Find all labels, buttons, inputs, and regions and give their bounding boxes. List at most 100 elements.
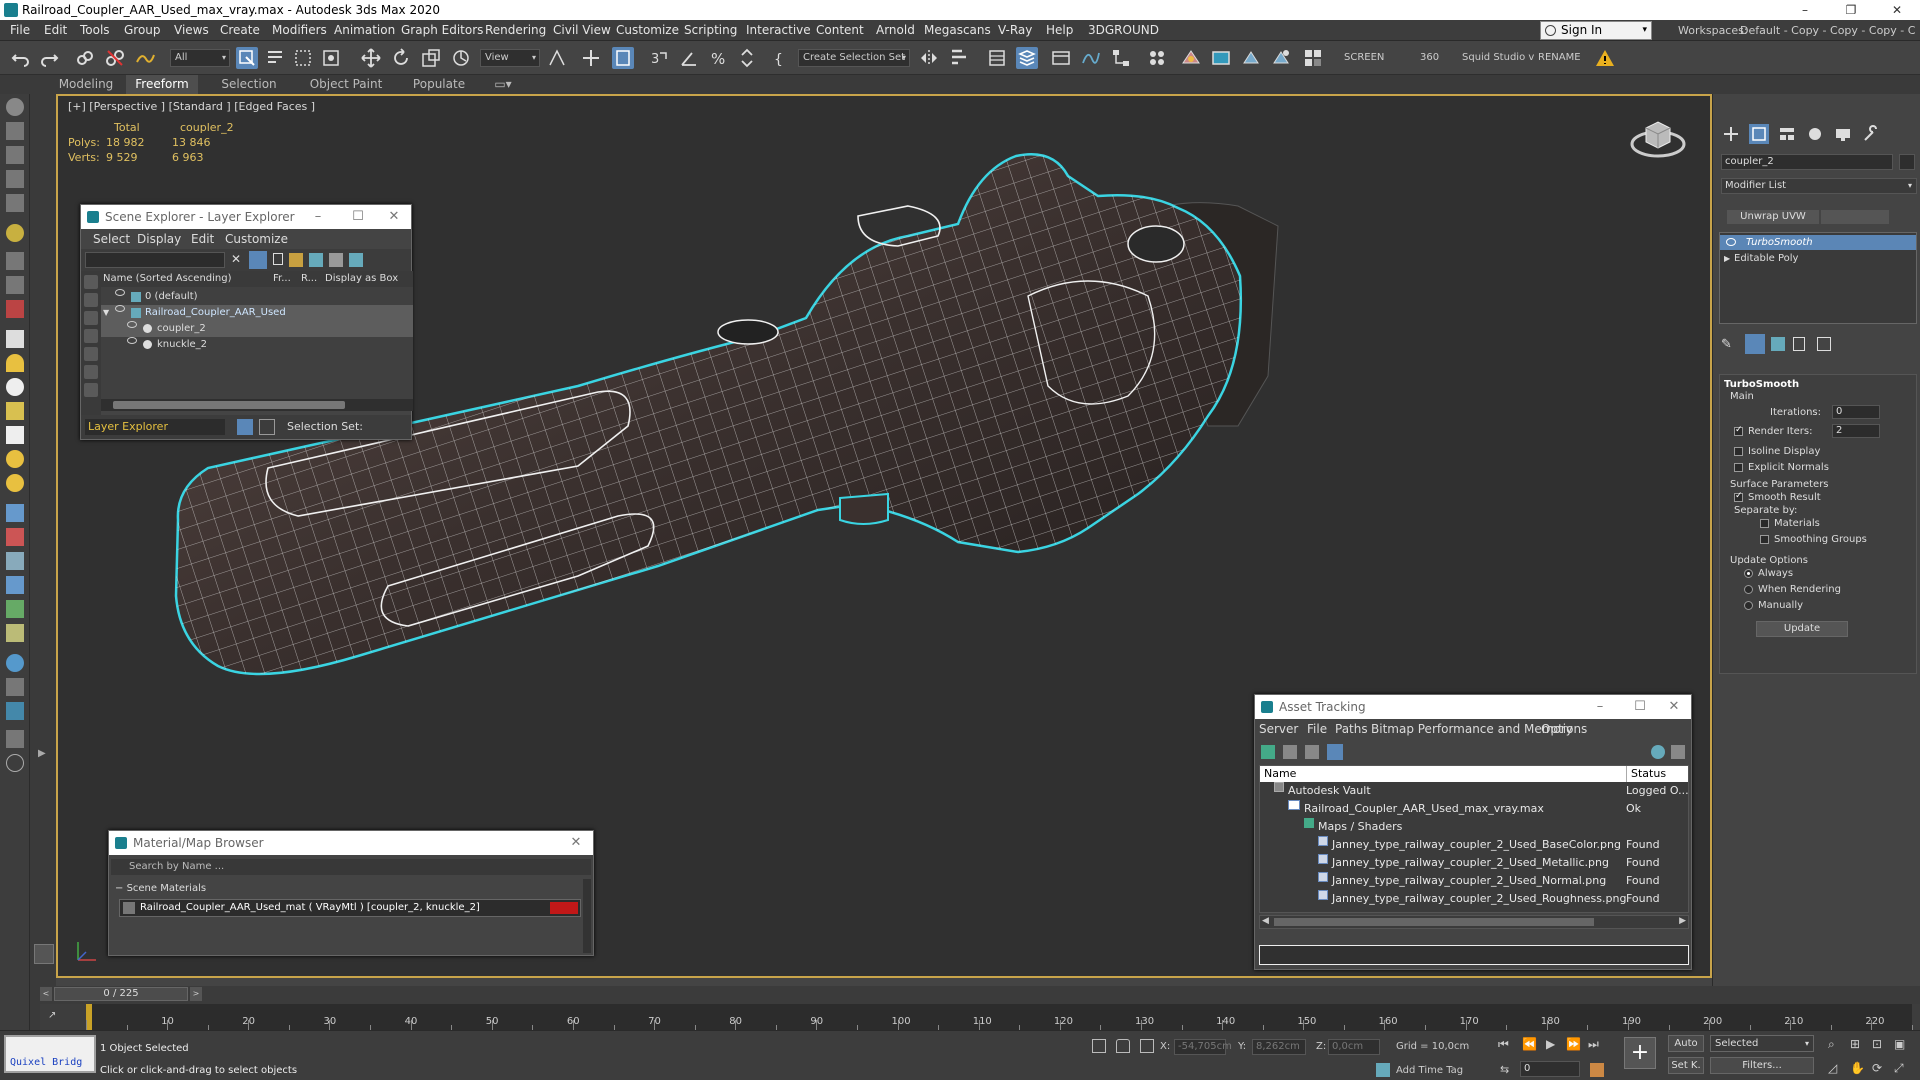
update-button[interactable]: Update	[1756, 621, 1848, 637]
time-config-icon[interactable]	[1590, 1063, 1604, 1077]
menu-edit[interactable]: Edit	[191, 229, 214, 249]
layer-explorer-icon[interactable]	[237, 419, 253, 435]
lights-icon[interactable]	[6, 146, 24, 164]
mirror-icon[interactable]	[918, 47, 940, 69]
viewport-layout-icon[interactable]	[34, 944, 54, 964]
menu-options[interactable]: Options	[1541, 719, 1587, 739]
category-scene-materials[interactable]: − Scene Materials	[115, 883, 206, 894]
material-row[interactable]: Railroad_Coupler_AAR_Used_mat ( VRayMtl …	[119, 899, 581, 917]
close-window-button[interactable]: ✕	[1874, 0, 1920, 20]
horizontal-scrollbar[interactable]	[101, 399, 413, 411]
sign-in-button[interactable]: Sign In ▾	[1540, 21, 1652, 40]
menu-content[interactable]: Content	[816, 20, 864, 41]
explicit-normals-checkbox[interactable]	[1734, 463, 1743, 472]
motion-tab-icon[interactable]	[1805, 124, 1825, 144]
mesh-light-icon[interactable]	[6, 402, 24, 420]
angle-snap-icon[interactable]	[678, 47, 700, 69]
create-tab-icon[interactable]	[1721, 124, 1741, 144]
zoom-extents-icon[interactable]: ⊡	[1872, 1037, 1882, 1051]
grid-view-icon[interactable]	[1327, 744, 1343, 760]
warning-icon[interactable]	[1594, 47, 1616, 69]
rotate-icon[interactable]	[390, 47, 412, 69]
ambient-light-icon[interactable]	[6, 474, 24, 492]
toggle-layer-explorer-icon[interactable]	[1016, 47, 1038, 69]
make-unique-icon[interactable]	[1771, 337, 1785, 351]
time-slider-thumb[interactable]: 0 / 225	[54, 987, 188, 1001]
visibility-eye-icon[interactable]	[1726, 238, 1736, 246]
snaps-toggle-icon[interactable]: 3	[648, 47, 670, 69]
play-icon[interactable]: ▶	[1546, 1037, 1555, 1051]
new-layer-icon[interactable]	[289, 253, 303, 267]
minimize-button[interactable]: –	[1782, 0, 1828, 20]
table-row[interactable]: Janney_type_railway_coupler_2_Used_Rough…	[1260, 890, 1688, 908]
show-end-result-icon[interactable]	[1745, 334, 1765, 354]
scale-icon[interactable]	[420, 47, 442, 69]
menu-interactive[interactable]: Interactive	[746, 20, 811, 41]
plane-icon[interactable]	[6, 330, 24, 348]
menu-file[interactable]: File	[1307, 719, 1327, 739]
scene-explorer-search[interactable]	[85, 252, 225, 268]
rendered-frame-window-icon[interactable]	[1210, 47, 1232, 69]
prev-key-icon[interactable]: ⏪	[1522, 1037, 1537, 1051]
menu-graph-editors[interactable]: Graph Editors	[401, 20, 483, 41]
rect-selection-region-icon[interactable]	[292, 47, 314, 69]
iterations-spinner[interactable]: 0	[1832, 405, 1880, 419]
stack-item-editable-poly[interactable]: ▶ Editable Poly	[1720, 251, 1916, 266]
menu-paths[interactable]: Paths	[1335, 719, 1368, 739]
tab-populate[interactable]: Populate	[404, 75, 474, 94]
global-icon[interactable]	[6, 654, 24, 672]
visibility-eye-icon[interactable]	[115, 289, 125, 296]
menu-scripting[interactable]: Scripting	[684, 20, 737, 41]
menu-help[interactable]: Help	[1046, 20, 1073, 41]
menu-customize[interactable]: Customize	[616, 20, 679, 41]
menu-animation[interactable]: Animation	[334, 20, 395, 41]
column-name[interactable]: Name (Sorted Ascending)	[103, 271, 232, 287]
next-key-icon[interactable]: ⏩	[1566, 1037, 1581, 1051]
expand-arrow-icon[interactable]: ▶	[38, 748, 46, 759]
table-row[interactable]: Janney_type_railway_coupler_2_Used_BaseC…	[1260, 836, 1688, 854]
render-iters-checkbox[interactable]	[1734, 425, 1743, 436]
display-bones-icon[interactable]	[84, 383, 98, 397]
display-spacewarps-icon[interactable]	[84, 365, 98, 379]
value-360-label[interactable]: 360	[1420, 41, 1439, 75]
scroll-right-icon[interactable]: ▶	[1679, 916, 1686, 926]
materials-checkbox[interactable]	[1760, 519, 1769, 528]
close-icon[interactable]: ✕	[1659, 695, 1689, 719]
key-mode-icon[interactable]: ⇆	[1500, 1063, 1509, 1076]
menu-vray[interactable]: V-Ray	[998, 20, 1032, 41]
absolute-mode-icon[interactable]	[1140, 1039, 1154, 1053]
material-browser-titlebar[interactable]: Material/Map Browser ✕	[109, 831, 593, 855]
column-display-as-box[interactable]: Display as Box	[325, 271, 398, 287]
asset-tracking-titlebar[interactable]: Asset Tracking – ☐ ✕	[1255, 695, 1691, 719]
go-to-end-icon[interactable]: ⏭	[1588, 1037, 1599, 1052]
modifier-list-dropdown[interactable]: Modifier List ▾	[1721, 178, 1917, 194]
filter-icon[interactable]	[249, 251, 267, 269]
menu-civil-view[interactable]: Civil View	[553, 20, 611, 41]
table-row[interactable]: Autodesk Vault Logged O...	[1260, 782, 1689, 800]
reference-coord-dropdown[interactable]: View ▾	[480, 49, 540, 67]
keyboard-shortcut-override-icon[interactable]	[612, 47, 634, 69]
table-row[interactable]: Railroad_Coupler_AAR_Used_max_vray.max O…	[1260, 800, 1688, 818]
create-selection-set-dropdown[interactable]: Create Selection Set ▾	[798, 49, 910, 67]
menu-server[interactable]: Server	[1259, 719, 1298, 739]
systems-icon[interactable]	[6, 276, 24, 294]
column-status[interactable]: Status	[1626, 766, 1666, 782]
menu-file[interactable]: File	[10, 20, 30, 41]
object-color-swatch[interactable]	[1899, 154, 1915, 170]
key-filter-selection-dropdown[interactable]: Selected ▾	[1710, 1035, 1814, 1052]
render-in-cloud-icon[interactable]	[1270, 47, 1292, 69]
menu-customize[interactable]: Customize	[225, 229, 288, 249]
toggle-scene-explorer-icon[interactable]	[986, 47, 1008, 69]
scroll-left-icon[interactable]: ◀	[1262, 916, 1269, 926]
workspaces-dropdown[interactable]: Default - Copy - Copy - Copy - Copy	[1740, 20, 1916, 41]
go-to-start-icon[interactable]: ⏮	[1498, 1037, 1509, 1052]
menu-modifiers[interactable]: Modifiers	[272, 20, 327, 41]
prev-frame-icon[interactable]: <	[40, 987, 52, 1001]
current-frame-field[interactable]: 0	[1520, 1061, 1580, 1077]
key-filters-button[interactable]: Filters...	[1710, 1057, 1814, 1074]
when-rendering-radio[interactable]	[1744, 585, 1753, 594]
hierarchy-icon[interactable]	[329, 253, 343, 267]
helpers-icon[interactable]	[6, 194, 24, 212]
pan-icon[interactable]: ✋	[1850, 1061, 1865, 1075]
cameras-icon[interactable]	[6, 170, 24, 188]
